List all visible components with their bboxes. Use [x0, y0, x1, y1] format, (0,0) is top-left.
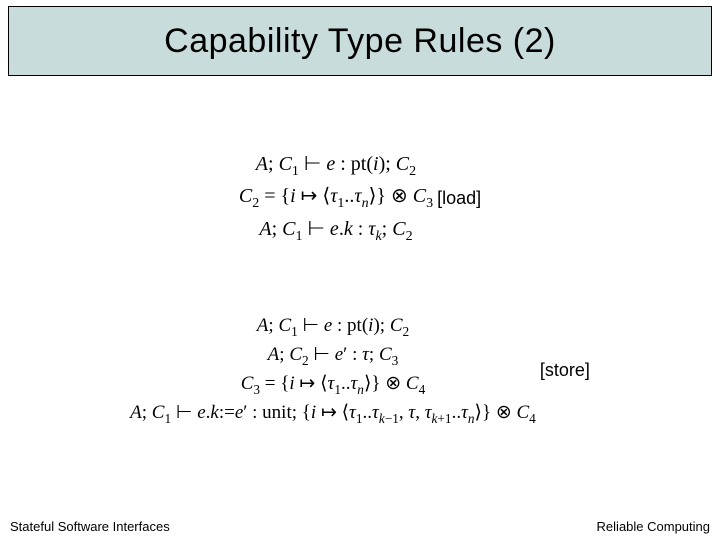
store-premise-3: C3 = {i ↦ ⟨τ1..τn⟩} ⊗ C4	[130, 370, 536, 399]
footer-left: Stateful Software Interfaces	[10, 519, 170, 534]
footer-right: Reliable Computing	[597, 519, 710, 534]
store-premise-1: A; C1 ⊢ e : pt(i); C2	[130, 312, 536, 341]
load-premise-1: A; C1 ⊢ e : pt(i); C2	[239, 150, 433, 182]
load-fraction: A; C1 ⊢ e : pt(i); C2 C2 = {i ↦ ⟨τ1..τn⟩…	[239, 150, 433, 247]
load-rule: A; C1 ⊢ e : pt(i); C2 C2 = {i ↦ ⟨τ1..τn⟩…	[0, 150, 720, 247]
title-bar: Capability Type Rules (2)	[8, 6, 712, 76]
store-rule-label: [store]	[540, 360, 590, 381]
store-premise-2: A; C2 ⊢ e′ : τ; C3	[130, 341, 536, 370]
load-conclusion: A; C1 ⊢ e.k : τk; C2	[239, 215, 433, 247]
slide-title: Capability Type Rules (2)	[164, 22, 556, 61]
store-rule-container: A; C1 ⊢ e : pt(i); C2 A; C2 ⊢ e′ : τ; C3…	[130, 312, 590, 428]
footer: Stateful Software Interfaces Reliable Co…	[10, 519, 710, 534]
load-rule-container: A; C1 ⊢ e : pt(i); C2 C2 = {i ↦ ⟨τ1..τn⟩…	[239, 150, 481, 247]
slide: Capability Type Rules (2) A; C1 ⊢ e : pt…	[0, 0, 720, 540]
load-premise-2: C2 = {i ↦ ⟨τ1..τn⟩} ⊗ C3	[239, 182, 433, 214]
store-rule: A; C1 ⊢ e : pt(i); C2 A; C2 ⊢ e′ : τ; C3…	[0, 312, 720, 428]
store-conclusion: A; C1 ⊢ e.k:=e′ : unit; {i ↦ ⟨τ1..τk−1, …	[130, 399, 536, 428]
load-rule-label: [load]	[437, 188, 481, 209]
store-fraction: A; C1 ⊢ e : pt(i); C2 A; C2 ⊢ e′ : τ; C3…	[130, 312, 536, 428]
